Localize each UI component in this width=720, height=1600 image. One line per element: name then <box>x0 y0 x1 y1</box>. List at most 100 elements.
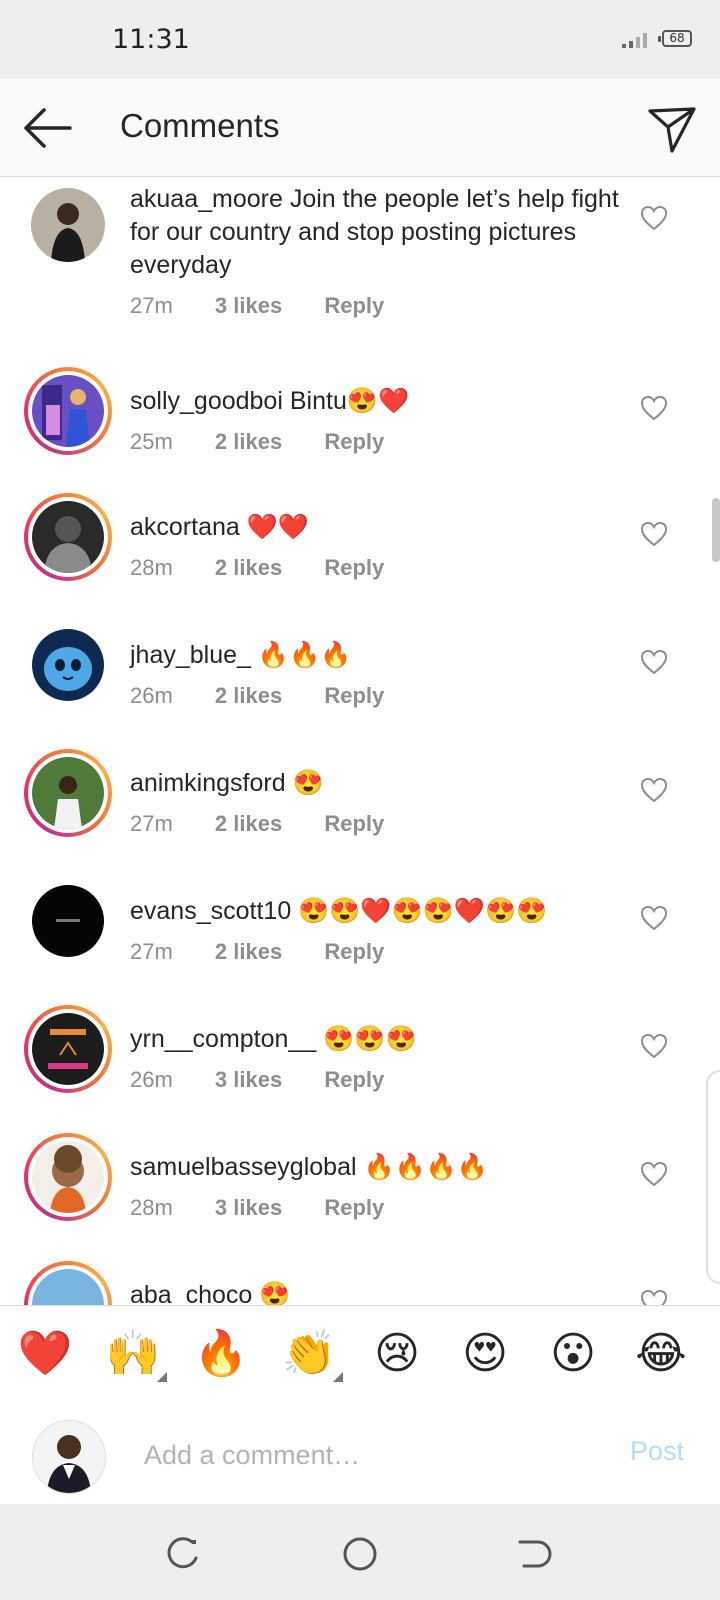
emoji-laughing-button[interactable]: 😂 <box>629 1324 693 1384</box>
comment-text: samuelbasseyglobal 🔥🔥🔥🔥 <box>130 1151 620 1184</box>
comment-text: animkingsford 😍 <box>130 767 620 800</box>
comment-message: Bintu😍❤️ <box>289 387 410 415</box>
emoji-raising-hands-button[interactable]: 🙌 <box>101 1324 167 1384</box>
emoji-glyph: 👏 <box>281 1328 337 1379</box>
comment-text: solly_goodboi Bintu😍❤️ <box>130 385 620 418</box>
post-button[interactable]: Post <box>630 1436 684 1467</box>
comment-message: 😍😍😍 <box>323 1025 417 1053</box>
battery-icon: 68 <box>658 30 692 47</box>
reply-button[interactable]: Reply <box>324 1067 384 1092</box>
comment-meta: 26m 3 likes Reply <box>130 1067 420 1093</box>
comment-composer: Post <box>0 1404 720 1504</box>
recent-apps-icon[interactable] <box>164 1534 204 1574</box>
edge-panel-handle[interactable] <box>706 1070 720 1284</box>
comment-input[interactable] <box>142 1430 586 1480</box>
status-time: 11:31 <box>112 24 190 55</box>
avatar[interactable] <box>24 1005 112 1093</box>
comment-likes[interactable]: 2 likes <box>215 683 282 708</box>
comment-username[interactable]: akcortana <box>130 513 240 541</box>
page-title: Comments <box>120 107 280 144</box>
emoji-heart-button[interactable]: ❤️ <box>13 1324 77 1384</box>
comment-meta: 27m 2 likes Reply <box>130 939 420 965</box>
comment-text: yrn__compton__ 😍😍😍 <box>130 1023 620 1056</box>
comment-meta: 28m 3 likes Reply <box>130 1195 420 1221</box>
home-icon[interactable] <box>340 1534 380 1574</box>
heart-icon[interactable] <box>640 1033 668 1059</box>
heart-icon[interactable] <box>640 521 668 547</box>
system-nav-bar <box>0 1504 720 1600</box>
heart-icon[interactable] <box>640 1289 668 1305</box>
emoji-fire-button[interactable]: 🔥 <box>189 1324 253 1384</box>
comment-likes[interactable]: 2 likes <box>215 555 282 580</box>
comment-time: 26m <box>130 1067 173 1092</box>
heart-icon[interactable] <box>640 205 668 231</box>
avatar[interactable] <box>24 749 112 837</box>
comment-likes[interactable]: 2 likes <box>215 939 282 964</box>
skin-tone-indicator-icon <box>333 1372 343 1382</box>
avatar[interactable] <box>24 367 112 455</box>
status-bar: 11:31 68 <box>0 0 720 79</box>
comment-text: jhay_blue_ 🔥🔥🔥 <box>130 639 620 672</box>
battery-level: 68 <box>669 31 685 45</box>
heart-icon[interactable] <box>640 777 668 803</box>
avatar[interactable] <box>24 1133 112 1221</box>
reply-button[interactable]: Reply <box>324 1195 384 1220</box>
avatar[interactable] <box>24 493 112 581</box>
comment-time: 27m <box>130 293 173 318</box>
comment-username[interactable]: akuaa_moore <box>130 185 283 213</box>
heart-icon[interactable] <box>640 395 668 421</box>
comment-username[interactable]: aba_choco <box>130 1281 252 1305</box>
reply-button[interactable]: Reply <box>324 939 384 964</box>
comments-list[interactable]: akuaa_moore Join the people let’s help f… <box>0 177 720 1305</box>
direct-share-icon[interactable] <box>646 103 698 155</box>
comment-username[interactable]: animkingsford <box>130 769 286 797</box>
reply-button[interactable]: Reply <box>324 555 384 580</box>
back-icon[interactable] <box>514 1534 554 1574</box>
comment-username[interactable]: yrn__compton__ <box>130 1025 316 1053</box>
comment-message: 😍 <box>292 769 324 797</box>
comment-likes[interactable]: 2 likes <box>215 811 282 836</box>
comment-time: 28m <box>130 555 173 580</box>
comment-meta: 28m 2 likes Reply <box>130 555 420 581</box>
comment-time: 25m <box>130 429 173 454</box>
comment-likes[interactable]: 3 likes <box>215 1195 282 1220</box>
reply-button[interactable]: Reply <box>324 429 384 454</box>
avatar[interactable] <box>24 877 112 965</box>
reply-button[interactable]: Reply <box>324 293 384 318</box>
signal-icon <box>622 33 647 48</box>
comment-message: 🔥🔥🔥 <box>257 641 352 669</box>
quick-emoji-bar: ❤️ 🙌 🔥 👏 😢 😍 😮 😂 <box>0 1305 720 1405</box>
comment-time: 27m <box>130 939 173 964</box>
comment-meta: 27m 3 likes Reply <box>130 293 420 319</box>
comment-time: 27m <box>130 811 173 836</box>
emoji-surprised-button[interactable]: 😮 <box>541 1324 605 1384</box>
reply-button[interactable]: Reply <box>324 811 384 836</box>
reply-button[interactable]: Reply <box>324 683 384 708</box>
avatar[interactable] <box>24 621 112 709</box>
comment-text: aba_choco 😍 <box>130 1279 620 1305</box>
heart-icon[interactable] <box>640 905 668 931</box>
emoji-clapping-button[interactable]: 👏 <box>277 1324 343 1384</box>
comment-username[interactable]: samuelbasseyglobal <box>130 1153 357 1181</box>
comment-meta: 25m 2 likes Reply <box>130 429 420 455</box>
comment-message: 😍 <box>259 1281 291 1305</box>
app-header: Comments <box>0 79 720 177</box>
comment-likes[interactable]: 2 likes <box>215 429 282 454</box>
comment-text: evans_scott10 😍😍❤️😍😍❤️😍😍 <box>130 895 620 928</box>
emoji-crying-button[interactable]: 😢 <box>365 1324 429 1384</box>
avatar[interactable] <box>24 1261 112 1305</box>
comment-username[interactable]: jhay_blue_ <box>130 641 251 669</box>
comment-likes[interactable]: 3 likes <box>215 1067 282 1092</box>
heart-icon[interactable] <box>640 649 668 675</box>
scrollbar-thumb[interactable] <box>712 498 720 562</box>
comment-likes[interactable]: 3 likes <box>215 293 282 318</box>
back-arrow-icon[interactable] <box>20 103 74 153</box>
heart-icon[interactable] <box>640 1161 668 1187</box>
comment-username[interactable]: solly_goodboi <box>130 387 283 415</box>
avatar[interactable] <box>24 181 112 269</box>
comment-message: 😍😍❤️😍😍❤️😍😍 <box>298 897 548 925</box>
emoji-heart-eyes-button[interactable]: 😍 <box>453 1324 517 1384</box>
comment-text: akuaa_moore Join the people let’s help f… <box>130 183 620 282</box>
comment-username[interactable]: evans_scott10 <box>130 897 291 925</box>
comment-time: 26m <box>130 683 173 708</box>
